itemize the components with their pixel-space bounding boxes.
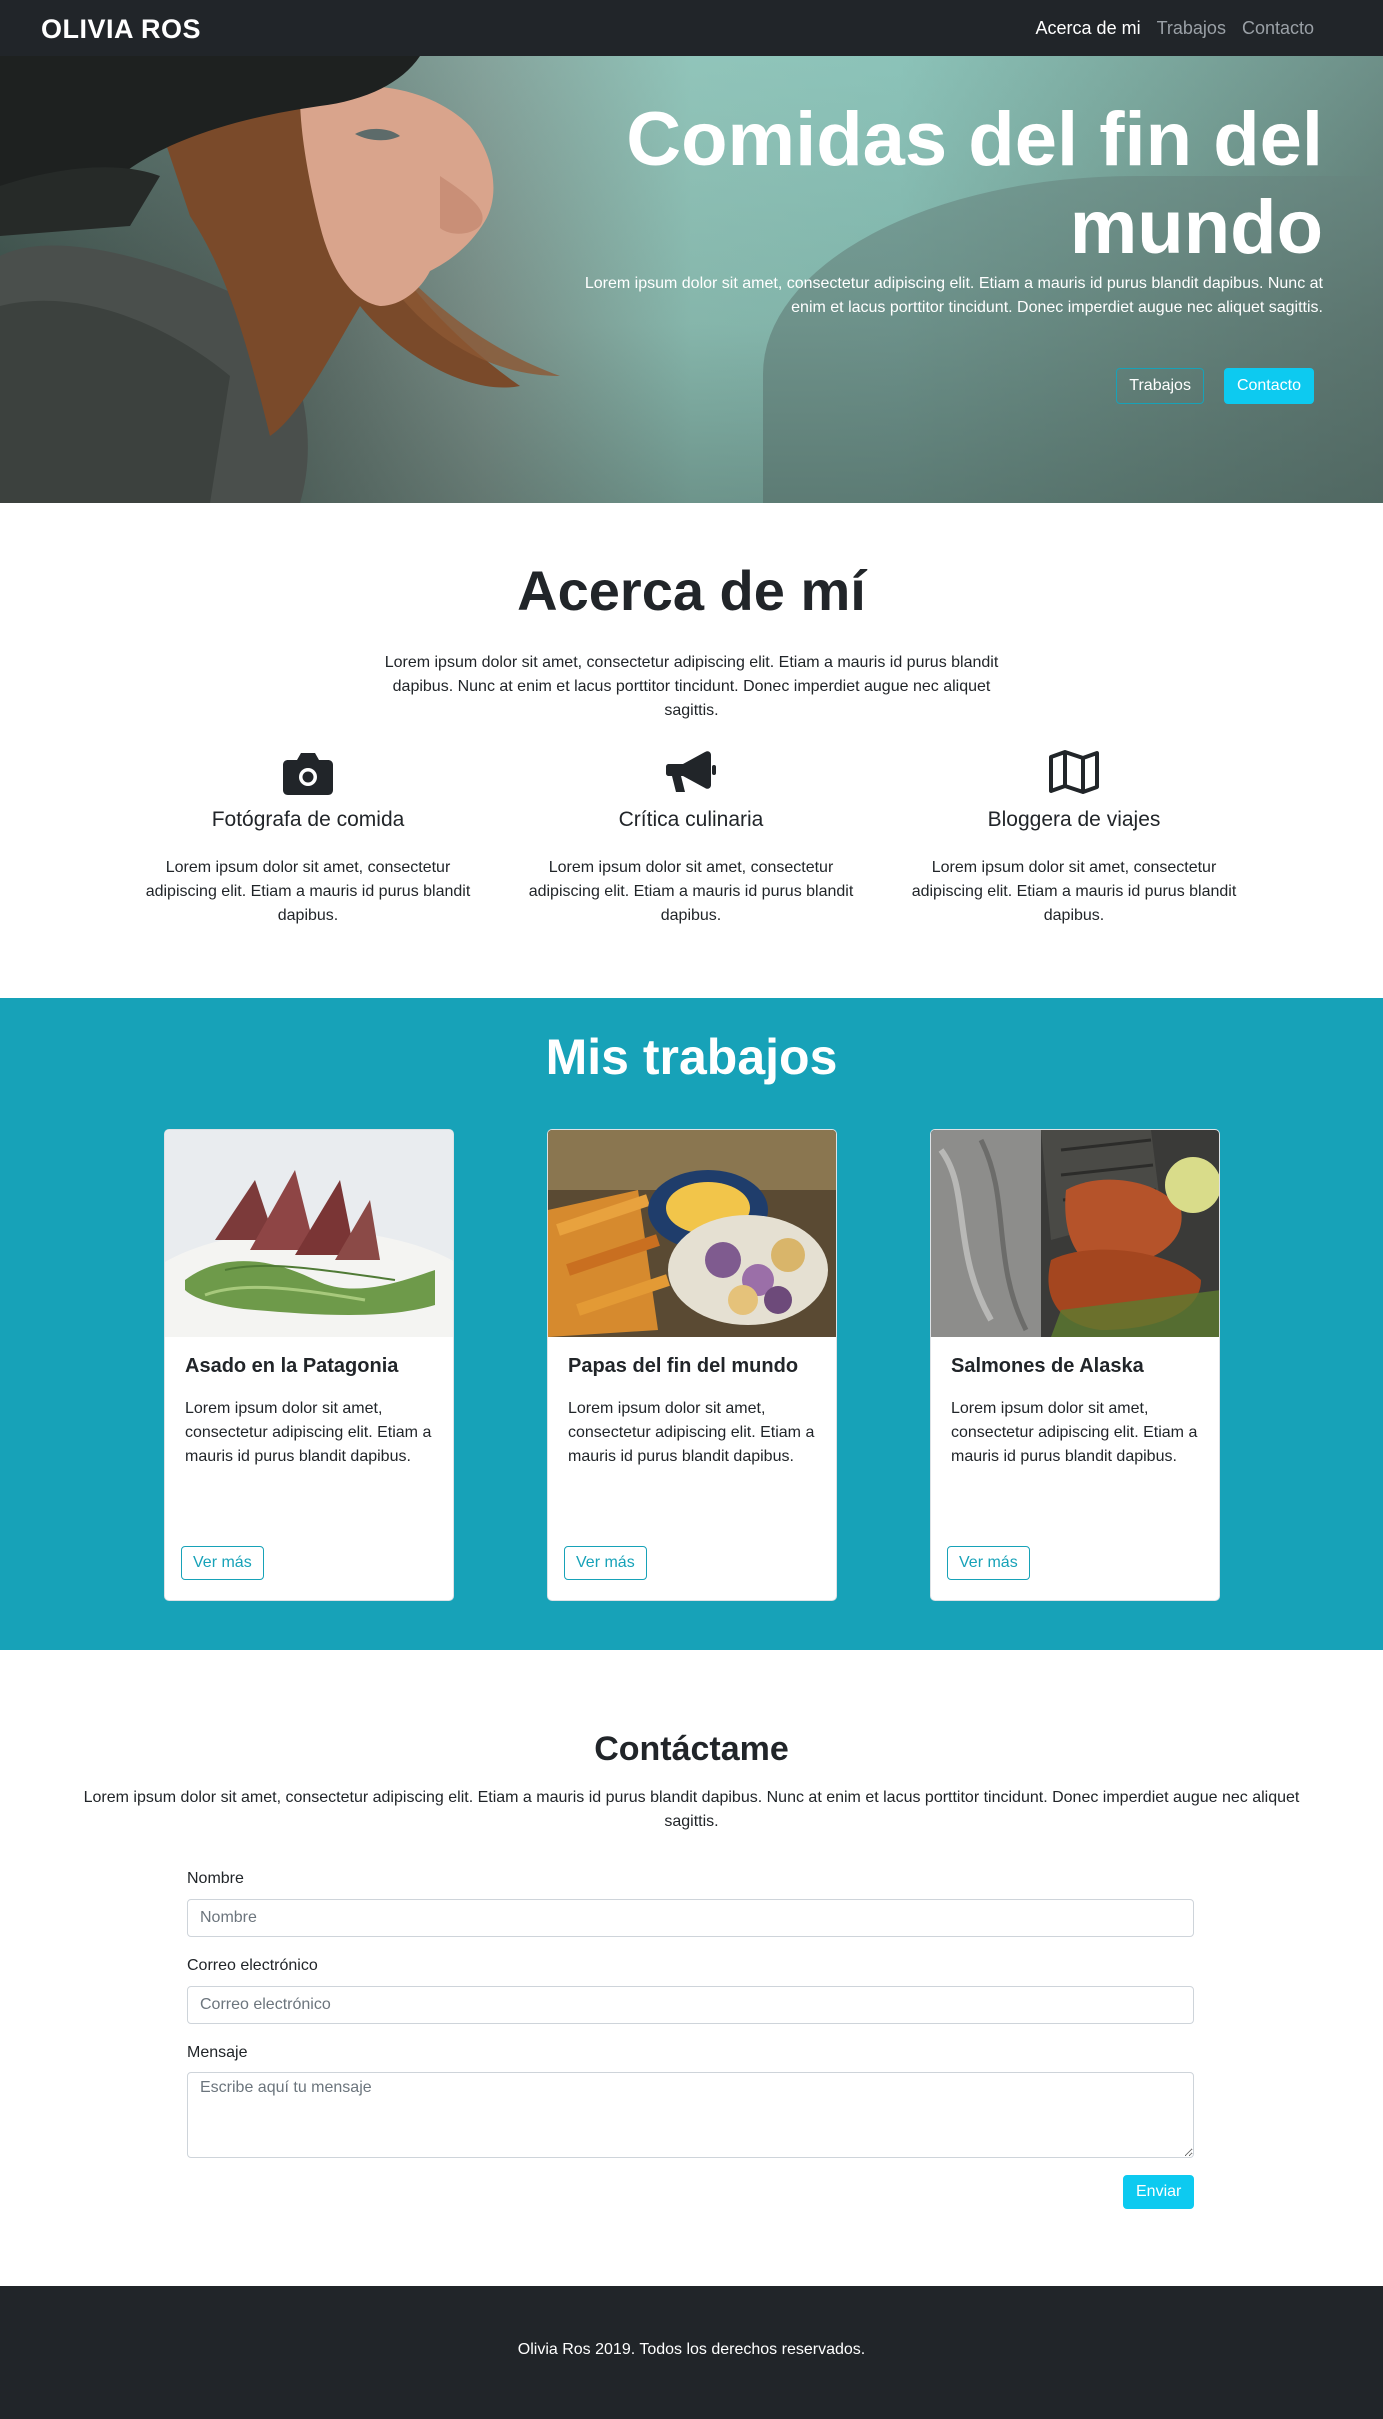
- feature-title: Fotógrafa de comida: [211, 808, 405, 831]
- camera-icon: [283, 753, 333, 795]
- feature-travel-blogger: Bloggera de viajes Lorem ipsum dolor sit…: [901, 748, 1247, 928]
- feature-food-photographer: Fotógrafa de comida Lorem ipsum dolor si…: [135, 748, 481, 928]
- works-section: Mis trabajos Asado en la Patagonia Lorem…: [0, 998, 1383, 1650]
- nav-link-contact[interactable]: Contacto: [1242, 18, 1314, 39]
- hero-buttons: Trabajos Contacto: [1116, 368, 1314, 404]
- contact-section: Contáctame Lorem ipsum dolor sit amet, c…: [0, 1650, 1383, 2286]
- hero-text: Lorem ipsum dolor sit amet, consectetur …: [584, 275, 1323, 316]
- footer-copyright: Olivia Ros 2019. Todos los derechos rese…: [517, 2341, 866, 2358]
- map-icon: [1049, 750, 1099, 794]
- message-textarea[interactable]: [187, 2072, 1194, 2158]
- email-label: Correo electrónico: [187, 1957, 318, 1974]
- feature-text: Lorem ipsum dolor sit amet, consectetur …: [145, 859, 471, 924]
- message-label: Mensaje: [187, 2044, 248, 2061]
- hero-portrait-image: [0, 56, 560, 503]
- work-card: Papas del fin del mundo Lorem ipsum dolo…: [547, 1129, 837, 1601]
- about-title: Acerca de mí: [517, 559, 866, 622]
- hero-section: Comidas del fin del mundo Lorem ipsum do…: [0, 56, 1383, 503]
- see-more-button[interactable]: Ver más: [947, 1546, 1030, 1580]
- name-label: Nombre: [187, 1870, 244, 1887]
- nav-links: Acerca de mi Trabajos Contacto: [1036, 18, 1314, 39]
- card-title: Salmones de Alaska: [951, 1355, 1144, 1377]
- contact-button[interactable]: Contacto: [1223, 368, 1314, 404]
- feature-food-critic: Crítica culinaria Lorem ipsum dolor sit …: [518, 748, 864, 928]
- card-image-potatoes: [548, 1130, 836, 1337]
- feature-text: Lorem ipsum dolor sit amet, consectetur …: [528, 859, 854, 924]
- feature-text: Lorem ipsum dolor sit amet, consectetur …: [911, 859, 1237, 924]
- card-text: Lorem ipsum dolor sit amet, consectetur …: [185, 1400, 432, 1465]
- footer: Olivia Ros 2019. Todos los derechos rese…: [0, 2286, 1383, 2419]
- about-section: Acerca de mí Lorem ipsum dolor sit amet,…: [0, 503, 1383, 998]
- card-text: Lorem ipsum dolor sit amet, consectetur …: [951, 1400, 1198, 1465]
- feature-title: Bloggera de viajes: [987, 808, 1161, 831]
- contact-text: Lorem ipsum dolor sit amet, consectetur …: [83, 1789, 1300, 1830]
- name-input[interactable]: [187, 1899, 1194, 1937]
- megaphone-icon: [666, 751, 716, 792]
- brand-logo[interactable]: OLIVIA ROS: [41, 14, 201, 45]
- email-input[interactable]: [187, 1986, 1194, 2024]
- card-image-asado: [165, 1130, 453, 1337]
- card-title: Papas del fin del mundo: [568, 1355, 799, 1377]
- send-button[interactable]: Enviar: [1123, 2175, 1195, 2209]
- navbar: OLIVIA ROS Acerca de mi Trabajos Contact…: [0, 0, 1383, 56]
- nav-link-about[interactable]: Acerca de mi: [1036, 18, 1141, 39]
- work-card: Asado en la Patagonia Lorem ipsum dolor …: [164, 1129, 454, 1601]
- card-title: Asado en la Patagonia: [185, 1355, 399, 1377]
- see-more-button[interactable]: Ver más: [181, 1546, 264, 1580]
- works-title: Mis trabajos: [545, 1029, 838, 1085]
- about-text: Lorem ipsum dolor sit amet, consectetur …: [384, 654, 999, 719]
- contact-title: Contáctame: [594, 1730, 789, 1768]
- card-image-salmon: [931, 1130, 1219, 1337]
- hero-title: Comidas del fin del mundo: [626, 97, 1323, 270]
- work-card: Salmones de Alaska Lorem ipsum dolor sit…: [930, 1129, 1220, 1601]
- see-more-button[interactable]: Ver más: [564, 1546, 647, 1580]
- works-button[interactable]: Trabajos: [1116, 368, 1204, 404]
- feature-title: Crítica culinaria: [618, 808, 764, 831]
- card-text: Lorem ipsum dolor sit amet, consectetur …: [568, 1400, 815, 1465]
- nav-link-works[interactable]: Trabajos: [1157, 18, 1226, 39]
